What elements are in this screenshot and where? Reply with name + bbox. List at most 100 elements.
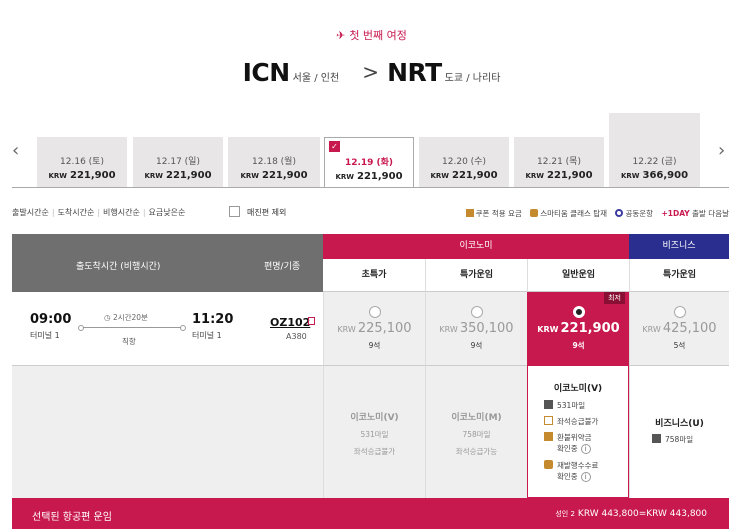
- fare-type-special: 특가운임: [425, 259, 527, 292]
- currency: KRW: [430, 172, 449, 180]
- clock-icon: ◷: [104, 313, 113, 322]
- next-dates-chevron-icon[interactable]: ›: [718, 140, 725, 161]
- legend-codeshare-text: 공동운항: [625, 209, 654, 218]
- legend: 쿠폰 적용 요금 스마티움 클래스 탑재 공동운항 +1DAY 출발 다음날: [460, 208, 729, 219]
- fare-detail-biz-u: 비즈니스(U) 758마일: [629, 366, 729, 498]
- fare-detail-selected: 이코노미(V) 531마일 좌석승급불가 환불위약금 확인중 i 재발행수수료 확인중…: [527, 366, 629, 498]
- external-link-icon[interactable]: [308, 317, 315, 325]
- trip-label: ✈ 첫 번째 여정: [0, 27, 743, 43]
- route-title: ICN 서울 / 인천 > NRT 도쿄 / 나리타: [0, 58, 743, 87]
- price-value: 366,900: [642, 170, 689, 181]
- date-tab-1222[interactable]: 12.22 (금) KRW 366,900: [609, 113, 700, 187]
- prev-dates-chevron-icon[interactable]: ‹: [12, 140, 19, 161]
- price-value: 221,900: [70, 170, 116, 181]
- currency: KRW: [537, 325, 559, 334]
- fare-price: KRW 225,100: [324, 321, 425, 336]
- exclude-soldout-checkbox[interactable]: [229, 206, 240, 217]
- price-value: 221,900: [262, 170, 308, 181]
- codeshare-icon: [615, 209, 624, 217]
- fare-class-name: 이코노미(M): [451, 413, 502, 423]
- oneday-badge: +1DAY: [661, 209, 690, 218]
- reissue-status: 확인중: [557, 472, 578, 481]
- fare-class-name: 이코노미(V): [553, 384, 603, 394]
- flight-number-link[interactable]: OZ102: [270, 316, 310, 329]
- date-label: 12.20 (수): [442, 157, 486, 167]
- tabs-divider: [12, 187, 729, 188]
- price-value: 221,900: [166, 170, 212, 181]
- legend-smarty-text: 스마티움 클래스 탑재: [540, 209, 608, 218]
- upgrade-text: 좌석승급불가: [557, 417, 599, 426]
- aircraft-type: A380: [286, 332, 307, 341]
- exclude-soldout-label: 매진편 제외: [247, 208, 287, 217]
- seats-left: 5석: [673, 341, 686, 350]
- legend-oneday: +1DAY 출발 다음날: [661, 209, 729, 218]
- date-price: KRW 366,900: [609, 170, 700, 181]
- dest-code: NRT: [387, 58, 442, 87]
- date-price: KRW 221,900: [514, 170, 604, 181]
- fare-option-biz-special[interactable]: KRW 425,100 5석: [629, 292, 729, 366]
- fare-option-special[interactable]: KRW 350,100 9석: [425, 292, 527, 366]
- price-value: 350,100: [459, 321, 514, 336]
- fare-price: KRW 221,900: [528, 321, 629, 336]
- date-tab-1219-selected[interactable]: ✓ 12.19 (화) KRW 221,900: [324, 137, 414, 188]
- currency: KRW: [525, 172, 544, 180]
- sort-arrival[interactable]: 도착시간순: [58, 208, 95, 217]
- col-time-header: 출도착시간 (비행시간): [76, 262, 161, 272]
- date-label: 12.22 (금): [632, 157, 677, 167]
- currency: KRW: [337, 325, 356, 334]
- mileage-text: 531마일: [557, 401, 586, 410]
- mileage-item: 531마일: [544, 400, 585, 411]
- sort-departure[interactable]: 출발시간순: [12, 208, 49, 217]
- check-icon: ✓: [329, 141, 340, 152]
- fare-mileage: 531마일: [360, 430, 389, 439]
- fare-radio[interactable]: [368, 306, 381, 318]
- upgrade-item: 좌석승급불가: [544, 416, 598, 427]
- date-label: 12.17 (일): [156, 157, 200, 167]
- reissue-item: 재발행수수료 확인중 i: [544, 460, 598, 482]
- date-price: KRW 221,900: [325, 171, 413, 182]
- fare-option-super-saver[interactable]: KRW 225,100 9석: [323, 292, 425, 366]
- price-value: 221,900: [560, 321, 620, 336]
- table-header-left: 출도착시간 (비행시간) 편명/기종: [12, 234, 323, 292]
- currency: KRW: [240, 172, 259, 180]
- fare-option-regular-selected[interactable]: 최저 KRW 221,900 9석: [527, 292, 629, 366]
- sort-options: 출발시간순 | 도착시간순 | 비행시간순 | 요금낮은순: [12, 207, 185, 218]
- currency: KRW: [335, 173, 354, 181]
- price-value: 425,100: [662, 321, 717, 336]
- price-value: 221,900: [357, 171, 403, 182]
- info-icon[interactable]: i: [580, 472, 591, 482]
- currency: KRW: [642, 325, 661, 334]
- direct-label: 직항: [122, 337, 136, 346]
- sort-duration[interactable]: 비행시간순: [103, 208, 140, 217]
- origin-city: 서울 / 인천: [292, 73, 340, 84]
- fare-radio[interactable]: [572, 306, 585, 318]
- date-label: 12.19 (화): [344, 158, 394, 168]
- mileage-text: 758마일: [665, 435, 694, 444]
- info-icon[interactable]: i: [580, 444, 591, 454]
- date-tab-1216[interactable]: 12.16 (토) KRW 221,900: [37, 137, 127, 187]
- passenger-count: 성인 2: [555, 510, 575, 518]
- arrival-time: 11:20: [192, 312, 234, 327]
- sort-price[interactable]: 요금낮은순: [149, 208, 186, 217]
- sort-separator: |: [142, 208, 146, 217]
- airplane-icon: ✈: [336, 29, 346, 42]
- route-arrow-icon: >: [362, 60, 380, 84]
- details-left-blank: [12, 366, 323, 498]
- currency: KRW: [620, 172, 640, 180]
- legend-smarty: 스마티움 클래스 탑재: [530, 209, 607, 218]
- price-value: 225,100: [357, 321, 412, 336]
- mileage-icon: [544, 400, 553, 409]
- fare-radio[interactable]: [470, 306, 483, 318]
- sort-separator: |: [97, 208, 101, 217]
- date-tab-1220[interactable]: 12.20 (수) KRW 221,900: [419, 137, 509, 187]
- date-price: KRW 221,900: [419, 170, 509, 181]
- date-tab-1218[interactable]: 12.18 (월) KRW 221,900: [228, 137, 320, 187]
- fare-radio[interactable]: [673, 306, 686, 318]
- date-label: 12.18 (월): [252, 157, 296, 167]
- fare-type-regular: 일반운임: [527, 259, 629, 292]
- departure-terminal: 터미널 1: [30, 331, 60, 340]
- fare-detail-eco-v: 이코노미(V) 531마일 좌석승급불가: [323, 366, 425, 498]
- date-tab-1217[interactable]: 12.17 (일) KRW 221,900: [133, 137, 223, 187]
- legend-oneday-text: 출발 다음날: [692, 209, 729, 218]
- date-tab-1221[interactable]: 12.21 (목) KRW 221,900: [514, 137, 604, 187]
